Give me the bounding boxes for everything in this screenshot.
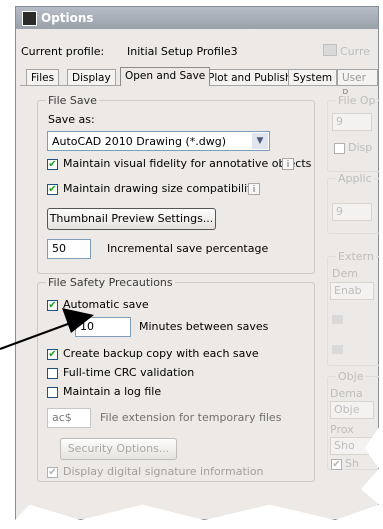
callout-arrow xyxy=(0,308,94,350)
arrow-shaft xyxy=(0,320,77,350)
arrow-head xyxy=(62,308,94,333)
